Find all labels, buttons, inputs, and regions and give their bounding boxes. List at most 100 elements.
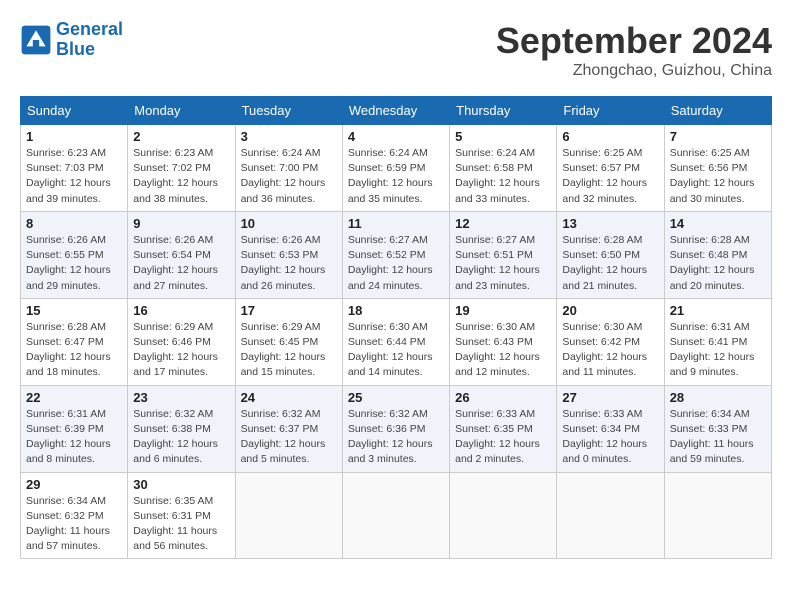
day-detail: Sunrise: 6:32 AM Sunset: 6:37 PM Dayligh… bbox=[241, 407, 337, 468]
logo-icon bbox=[20, 24, 52, 56]
calendar-cell: 25 Sunrise: 6:32 AM Sunset: 6:36 PM Dayli… bbox=[342, 385, 449, 472]
day-detail: Sunrise: 6:29 AM Sunset: 6:46 PM Dayligh… bbox=[133, 320, 229, 381]
day-number: 6 bbox=[562, 129, 658, 144]
calendar-cell: 26 Sunrise: 6:33 AM Sunset: 6:35 PM Dayli… bbox=[450, 385, 557, 472]
day-number: 2 bbox=[133, 129, 229, 144]
day-detail: Sunrise: 6:29 AM Sunset: 6:45 PM Dayligh… bbox=[241, 320, 337, 381]
day-detail: Sunrise: 6:30 AM Sunset: 6:44 PM Dayligh… bbox=[348, 320, 444, 381]
day-number: 18 bbox=[348, 303, 444, 318]
calendar-cell: 5 Sunrise: 6:24 AM Sunset: 6:58 PM Daylig… bbox=[450, 125, 557, 212]
day-number: 16 bbox=[133, 303, 229, 318]
calendar-week-row: 22 Sunrise: 6:31 AM Sunset: 6:39 PM Dayli… bbox=[21, 385, 772, 472]
calendar-cell: 18 Sunrise: 6:30 AM Sunset: 6:44 PM Dayli… bbox=[342, 298, 449, 385]
logo-line2: Blue bbox=[56, 39, 95, 59]
day-detail: Sunrise: 6:34 AM Sunset: 6:32 PM Dayligh… bbox=[26, 494, 122, 555]
day-detail: Sunrise: 6:24 AM Sunset: 7:00 PM Dayligh… bbox=[241, 146, 337, 207]
page-header: General Blue September 2024 Zhongchao, G… bbox=[20, 20, 772, 80]
weekday-header: Monday bbox=[128, 97, 235, 125]
day-detail: Sunrise: 6:25 AM Sunset: 6:56 PM Dayligh… bbox=[670, 146, 766, 207]
calendar-cell bbox=[450, 472, 557, 559]
weekday-header: Friday bbox=[557, 97, 664, 125]
day-number: 29 bbox=[26, 477, 122, 492]
day-number: 27 bbox=[562, 390, 658, 405]
day-number: 4 bbox=[348, 129, 444, 144]
day-number: 30 bbox=[133, 477, 229, 492]
calendar-cell: 19 Sunrise: 6:30 AM Sunset: 6:43 PM Dayli… bbox=[450, 298, 557, 385]
logo: General Blue bbox=[20, 20, 123, 60]
calendar-cell: 17 Sunrise: 6:29 AM Sunset: 6:45 PM Dayli… bbox=[235, 298, 342, 385]
day-number: 17 bbox=[241, 303, 337, 318]
calendar-cell: 4 Sunrise: 6:24 AM Sunset: 6:59 PM Daylig… bbox=[342, 125, 449, 212]
day-number: 7 bbox=[670, 129, 766, 144]
day-number: 9 bbox=[133, 216, 229, 231]
calendar-cell: 1 Sunrise: 6:23 AM Sunset: 7:03 PM Daylig… bbox=[21, 125, 128, 212]
day-number: 25 bbox=[348, 390, 444, 405]
calendar-cell bbox=[557, 472, 664, 559]
day-detail: Sunrise: 6:26 AM Sunset: 6:53 PM Dayligh… bbox=[241, 233, 337, 294]
calendar-cell: 14 Sunrise: 6:28 AM Sunset: 6:48 PM Dayli… bbox=[664, 211, 771, 298]
day-detail: Sunrise: 6:27 AM Sunset: 6:51 PM Dayligh… bbox=[455, 233, 551, 294]
day-number: 10 bbox=[241, 216, 337, 231]
day-detail: Sunrise: 6:31 AM Sunset: 6:41 PM Dayligh… bbox=[670, 320, 766, 381]
calendar-week-row: 8Sunrise: 6:26 AM Sunset: 6:55 PM Daylig… bbox=[21, 211, 772, 298]
day-detail: Sunrise: 6:23 AM Sunset: 7:03 PM Dayligh… bbox=[26, 146, 122, 207]
calendar-cell: 15Sunrise: 6:28 AM Sunset: 6:47 PM Dayli… bbox=[21, 298, 128, 385]
calendar-cell: 29 Sunrise: 6:34 AM Sunset: 6:32 PM Dayli… bbox=[21, 472, 128, 559]
day-number: 1 bbox=[26, 129, 122, 144]
day-number: 24 bbox=[241, 390, 337, 405]
day-detail: Sunrise: 6:32 AM Sunset: 6:38 PM Dayligh… bbox=[133, 407, 229, 468]
day-number: 13 bbox=[562, 216, 658, 231]
calendar-cell: 3Sunrise: 6:24 AM Sunset: 7:00 PM Daylig… bbox=[235, 125, 342, 212]
calendar-cell: 12Sunrise: 6:27 AM Sunset: 6:51 PM Dayli… bbox=[450, 211, 557, 298]
day-detail: Sunrise: 6:24 AM Sunset: 6:58 PM Dayligh… bbox=[455, 146, 551, 207]
day-number: 23 bbox=[133, 390, 229, 405]
day-number: 19 bbox=[455, 303, 551, 318]
calendar-cell: 22 Sunrise: 6:31 AM Sunset: 6:39 PM Dayli… bbox=[21, 385, 128, 472]
day-detail: Sunrise: 6:33 AM Sunset: 6:35 PM Dayligh… bbox=[455, 407, 551, 468]
weekday-header-row: SundayMondayTuesdayWednesdayThursdayFrid… bbox=[21, 97, 772, 125]
day-number: 5 bbox=[455, 129, 551, 144]
day-detail: Sunrise: 6:26 AM Sunset: 6:55 PM Dayligh… bbox=[26, 233, 122, 294]
calendar-week-row: 29 Sunrise: 6:34 AM Sunset: 6:32 PM Dayli… bbox=[21, 472, 772, 559]
logo-line1: General bbox=[56, 19, 123, 39]
day-number: 28 bbox=[670, 390, 766, 405]
weekday-header: Saturday bbox=[664, 97, 771, 125]
day-detail: Sunrise: 6:28 AM Sunset: 6:48 PM Dayligh… bbox=[670, 233, 766, 294]
day-detail: Sunrise: 6:35 AM Sunset: 6:31 PM Dayligh… bbox=[133, 494, 229, 555]
day-detail: Sunrise: 6:28 AM Sunset: 6:47 PM Dayligh… bbox=[26, 320, 122, 381]
calendar-week-row: 1 Sunrise: 6:23 AM Sunset: 7:03 PM Daylig… bbox=[21, 125, 772, 212]
calendar-table: SundayMondayTuesdayWednesdayThursdayFrid… bbox=[20, 96, 772, 559]
day-number: 14 bbox=[670, 216, 766, 231]
weekday-header: Tuesday bbox=[235, 97, 342, 125]
weekday-header: Sunday bbox=[21, 97, 128, 125]
day-detail: Sunrise: 6:26 AM Sunset: 6:54 PM Dayligh… bbox=[133, 233, 229, 294]
month-title: September 2024 bbox=[496, 20, 772, 62]
day-detail: Sunrise: 6:23 AM Sunset: 7:02 PM Dayligh… bbox=[133, 146, 229, 207]
calendar-cell: 23 Sunrise: 6:32 AM Sunset: 6:38 PM Dayli… bbox=[128, 385, 235, 472]
day-number: 20 bbox=[562, 303, 658, 318]
calendar-cell: 28Sunrise: 6:34 AM Sunset: 6:33 PM Dayli… bbox=[664, 385, 771, 472]
calendar-cell: 16 Sunrise: 6:29 AM Sunset: 6:46 PM Dayli… bbox=[128, 298, 235, 385]
day-detail: Sunrise: 6:24 AM Sunset: 6:59 PM Dayligh… bbox=[348, 146, 444, 207]
day-detail: Sunrise: 6:30 AM Sunset: 6:43 PM Dayligh… bbox=[455, 320, 551, 381]
calendar-cell: 6Sunrise: 6:25 AM Sunset: 6:57 PM Daylig… bbox=[557, 125, 664, 212]
day-detail: Sunrise: 6:31 AM Sunset: 6:39 PM Dayligh… bbox=[26, 407, 122, 468]
calendar-cell: 9 Sunrise: 6:26 AM Sunset: 6:54 PM Daylig… bbox=[128, 211, 235, 298]
calendar-cell: 11 Sunrise: 6:27 AM Sunset: 6:52 PM Dayli… bbox=[342, 211, 449, 298]
day-number: 22 bbox=[26, 390, 122, 405]
weekday-header: Wednesday bbox=[342, 97, 449, 125]
calendar-cell: 27Sunrise: 6:33 AM Sunset: 6:34 PM Dayli… bbox=[557, 385, 664, 472]
title-block: September 2024 Zhongchao, Guizhou, China bbox=[496, 20, 772, 80]
location: Zhongchao, Guizhou, China bbox=[496, 62, 772, 80]
day-detail: Sunrise: 6:32 AM Sunset: 6:36 PM Dayligh… bbox=[348, 407, 444, 468]
calendar-cell: 7 Sunrise: 6:25 AM Sunset: 6:56 PM Daylig… bbox=[664, 125, 771, 212]
day-detail: Sunrise: 6:28 AM Sunset: 6:50 PM Dayligh… bbox=[562, 233, 658, 294]
weekday-header: Thursday bbox=[450, 97, 557, 125]
day-number: 26 bbox=[455, 390, 551, 405]
calendar-cell: 21Sunrise: 6:31 AM Sunset: 6:41 PM Dayli… bbox=[664, 298, 771, 385]
logo-text: General Blue bbox=[56, 20, 123, 60]
day-number: 11 bbox=[348, 216, 444, 231]
calendar-week-row: 15Sunrise: 6:28 AM Sunset: 6:47 PM Dayli… bbox=[21, 298, 772, 385]
calendar-cell: 10 Sunrise: 6:26 AM Sunset: 6:53 PM Dayli… bbox=[235, 211, 342, 298]
day-detail: Sunrise: 6:27 AM Sunset: 6:52 PM Dayligh… bbox=[348, 233, 444, 294]
